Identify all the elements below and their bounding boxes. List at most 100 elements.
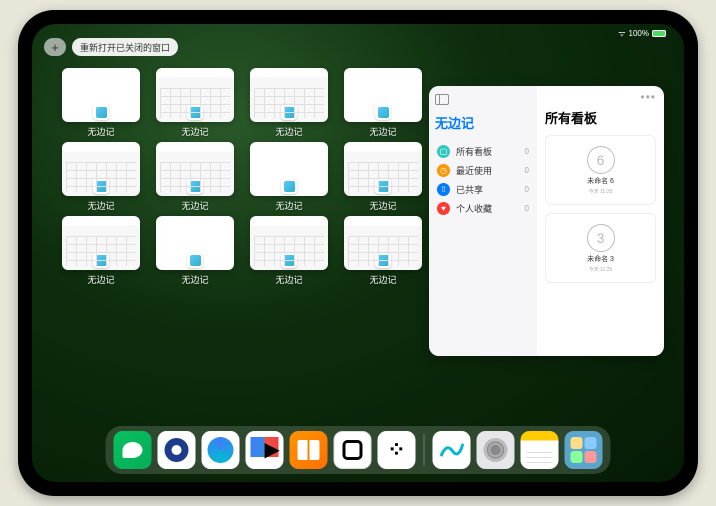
window-label: 无边记 [87,273,114,286]
app-window-tile[interactable]: 无边记 [62,142,140,212]
sidebar-item-icon: ♥ [437,202,450,215]
app-badge-icon [93,178,109,194]
window-thumbnail [156,142,234,196]
panel-left-title: 无边记 [435,113,531,132]
window-thumbnail [250,142,328,196]
panel-content: ••• 所有看板 6 未命名 6 今天 11:25 3 未命名 3 今天 11:… [537,86,664,356]
reopen-label: 重新打开已关闭的窗口 [80,41,170,54]
sidebar-item-count: 0 [525,166,529,175]
panel-sidebar: 无边记 ▢ 所有看板 0 ◷ 最近使用 0 ⇧ 已共享 0 ♥ 个人收藏 0 [429,86,537,356]
window-thumbnail [62,142,140,196]
sidebar-item-count: 0 [525,185,529,194]
app-badge-icon [281,104,297,120]
sidebar-item-label: 已共享 [456,183,483,196]
sidebar-item-label: 个人收藏 [456,202,492,215]
app-window-tile[interactable]: 无边记 [344,68,422,138]
board-card[interactable]: 6 未命名 6 今天 11:25 [545,135,656,205]
board-card[interactable]: 3 未命名 3 今天 11:25 [545,213,656,283]
sidebar-item-label: 所有看板 [456,145,492,158]
app-window-tile[interactable]: 无边记 [250,142,328,212]
board-thumbnail-icon: 6 [587,146,615,174]
dock-app-qq-music[interactable] [202,431,240,469]
window-label: 无边记 [275,125,302,138]
sidebar-item-count: 0 [525,204,529,213]
new-window-button[interactable]: + [44,38,66,56]
top-controls: + 重新打开已关闭的窗口 [44,38,178,56]
sidebar-item[interactable]: ▢ 所有看板 0 [435,142,531,161]
app-window-tile[interactable]: 无边记 [62,216,140,286]
dock-app-wechat[interactable] [114,431,152,469]
window-thumbnail [344,216,422,270]
app-window-tile[interactable]: 无边记 [344,142,422,212]
dock-app-xmind[interactable]: ⁘ [378,431,416,469]
window-thumbnail [344,68,422,122]
dock-app-tencent-video[interactable]: ▶ [246,431,284,469]
freeform-preview-panel[interactable]: 无边记 ▢ 所有看板 0 ◷ 最近使用 0 ⇧ 已共享 0 ♥ 个人收藏 0 •… [429,86,664,356]
app-badge-icon [93,252,109,268]
dock-app-settings[interactable] [477,431,515,469]
status-bar: ᯤ 100% [618,28,666,39]
ipad-device: ᯤ 100% + 重新打开已关闭的窗口 无边记 无边记 无边记 [18,10,698,496]
sidebar-item[interactable]: ♥ 个人收藏 0 [435,199,531,218]
battery-icon [652,30,666,37]
sidebar-item-icon: ▢ [437,145,450,158]
sidebar-item-icon: ⇧ [437,183,450,196]
window-thumbnail [156,68,234,122]
window-label: 无边记 [181,273,208,286]
app-badge-icon [375,252,391,268]
sidebar-item-count: 0 [525,147,529,156]
window-label: 无边记 [275,273,302,286]
sidebar-item-icon: ◷ [437,164,450,177]
screen: ᯤ 100% + 重新打开已关闭的窗口 无边记 无边记 无边记 [32,24,684,482]
reopen-closed-window-button[interactable]: 重新打开已关闭的窗口 [72,38,178,56]
app-window-tile[interactable]: 无边记 [250,68,328,138]
window-thumbnail [344,142,422,196]
window-label: 无边记 [87,199,114,212]
sidebar-toggle-icon[interactable] [435,94,449,105]
app-window-tile[interactable]: 无边记 [344,216,422,286]
window-label: 无边记 [181,199,208,212]
window-label: 无边记 [181,125,208,138]
window-thumbnail [62,68,140,122]
panel-right-title: 所有看板 [545,108,656,127]
app-badge-icon [375,104,391,120]
wifi-icon: ᯤ [618,28,625,39]
app-badge-icon [187,178,203,194]
app-window-tile[interactable]: 无边记 [250,216,328,286]
app-window-tile[interactable]: 无边记 [156,216,234,286]
dock-app-app-library[interactable] [565,431,603,469]
window-label: 无边记 [369,273,396,286]
more-icon[interactable]: ••• [640,90,656,104]
plus-icon: + [51,40,59,55]
app-window-tile[interactable]: 无边记 [156,142,234,212]
window-label: 无边记 [369,199,396,212]
app-badge-icon [281,252,297,268]
app-switcher-grid: 无边记 无边记 无边记 无边记 无边记 无边记 无边记 无边记 [62,68,402,286]
battery-label: 100% [629,29,649,38]
app-badge-icon [375,178,391,194]
window-thumbnail [156,216,234,270]
dock-app-notes[interactable] [521,431,559,469]
board-name: 未命名 3 [587,254,614,264]
board-name: 未命名 6 [587,176,614,186]
window-label: 无边记 [369,125,396,138]
app-badge-icon [187,104,203,120]
window-thumbnail [250,68,328,122]
window-thumbnail [250,216,328,270]
app-badge-icon [281,178,297,194]
dock-app-freeform[interactable] [433,431,471,469]
sidebar-item[interactable]: ⇧ 已共享 0 [435,180,531,199]
app-window-tile[interactable]: 无边记 [62,68,140,138]
window-label: 无边记 [275,199,302,212]
sidebar-item[interactable]: ◷ 最近使用 0 [435,161,531,180]
board-date: 今天 11:25 [589,266,613,273]
dock-app-books[interactable] [290,431,328,469]
app-window-tile[interactable]: 无边记 [156,68,234,138]
dock-app-qq-browser[interactable] [158,431,196,469]
app-badge-icon [187,252,203,268]
board-date: 今天 11:25 [589,188,613,195]
app-badge-icon [93,104,109,120]
dock-app-obsidian[interactable] [334,431,372,469]
board-thumbnail-icon: 3 [587,224,615,252]
dock: ▶⁘ [106,426,611,474]
